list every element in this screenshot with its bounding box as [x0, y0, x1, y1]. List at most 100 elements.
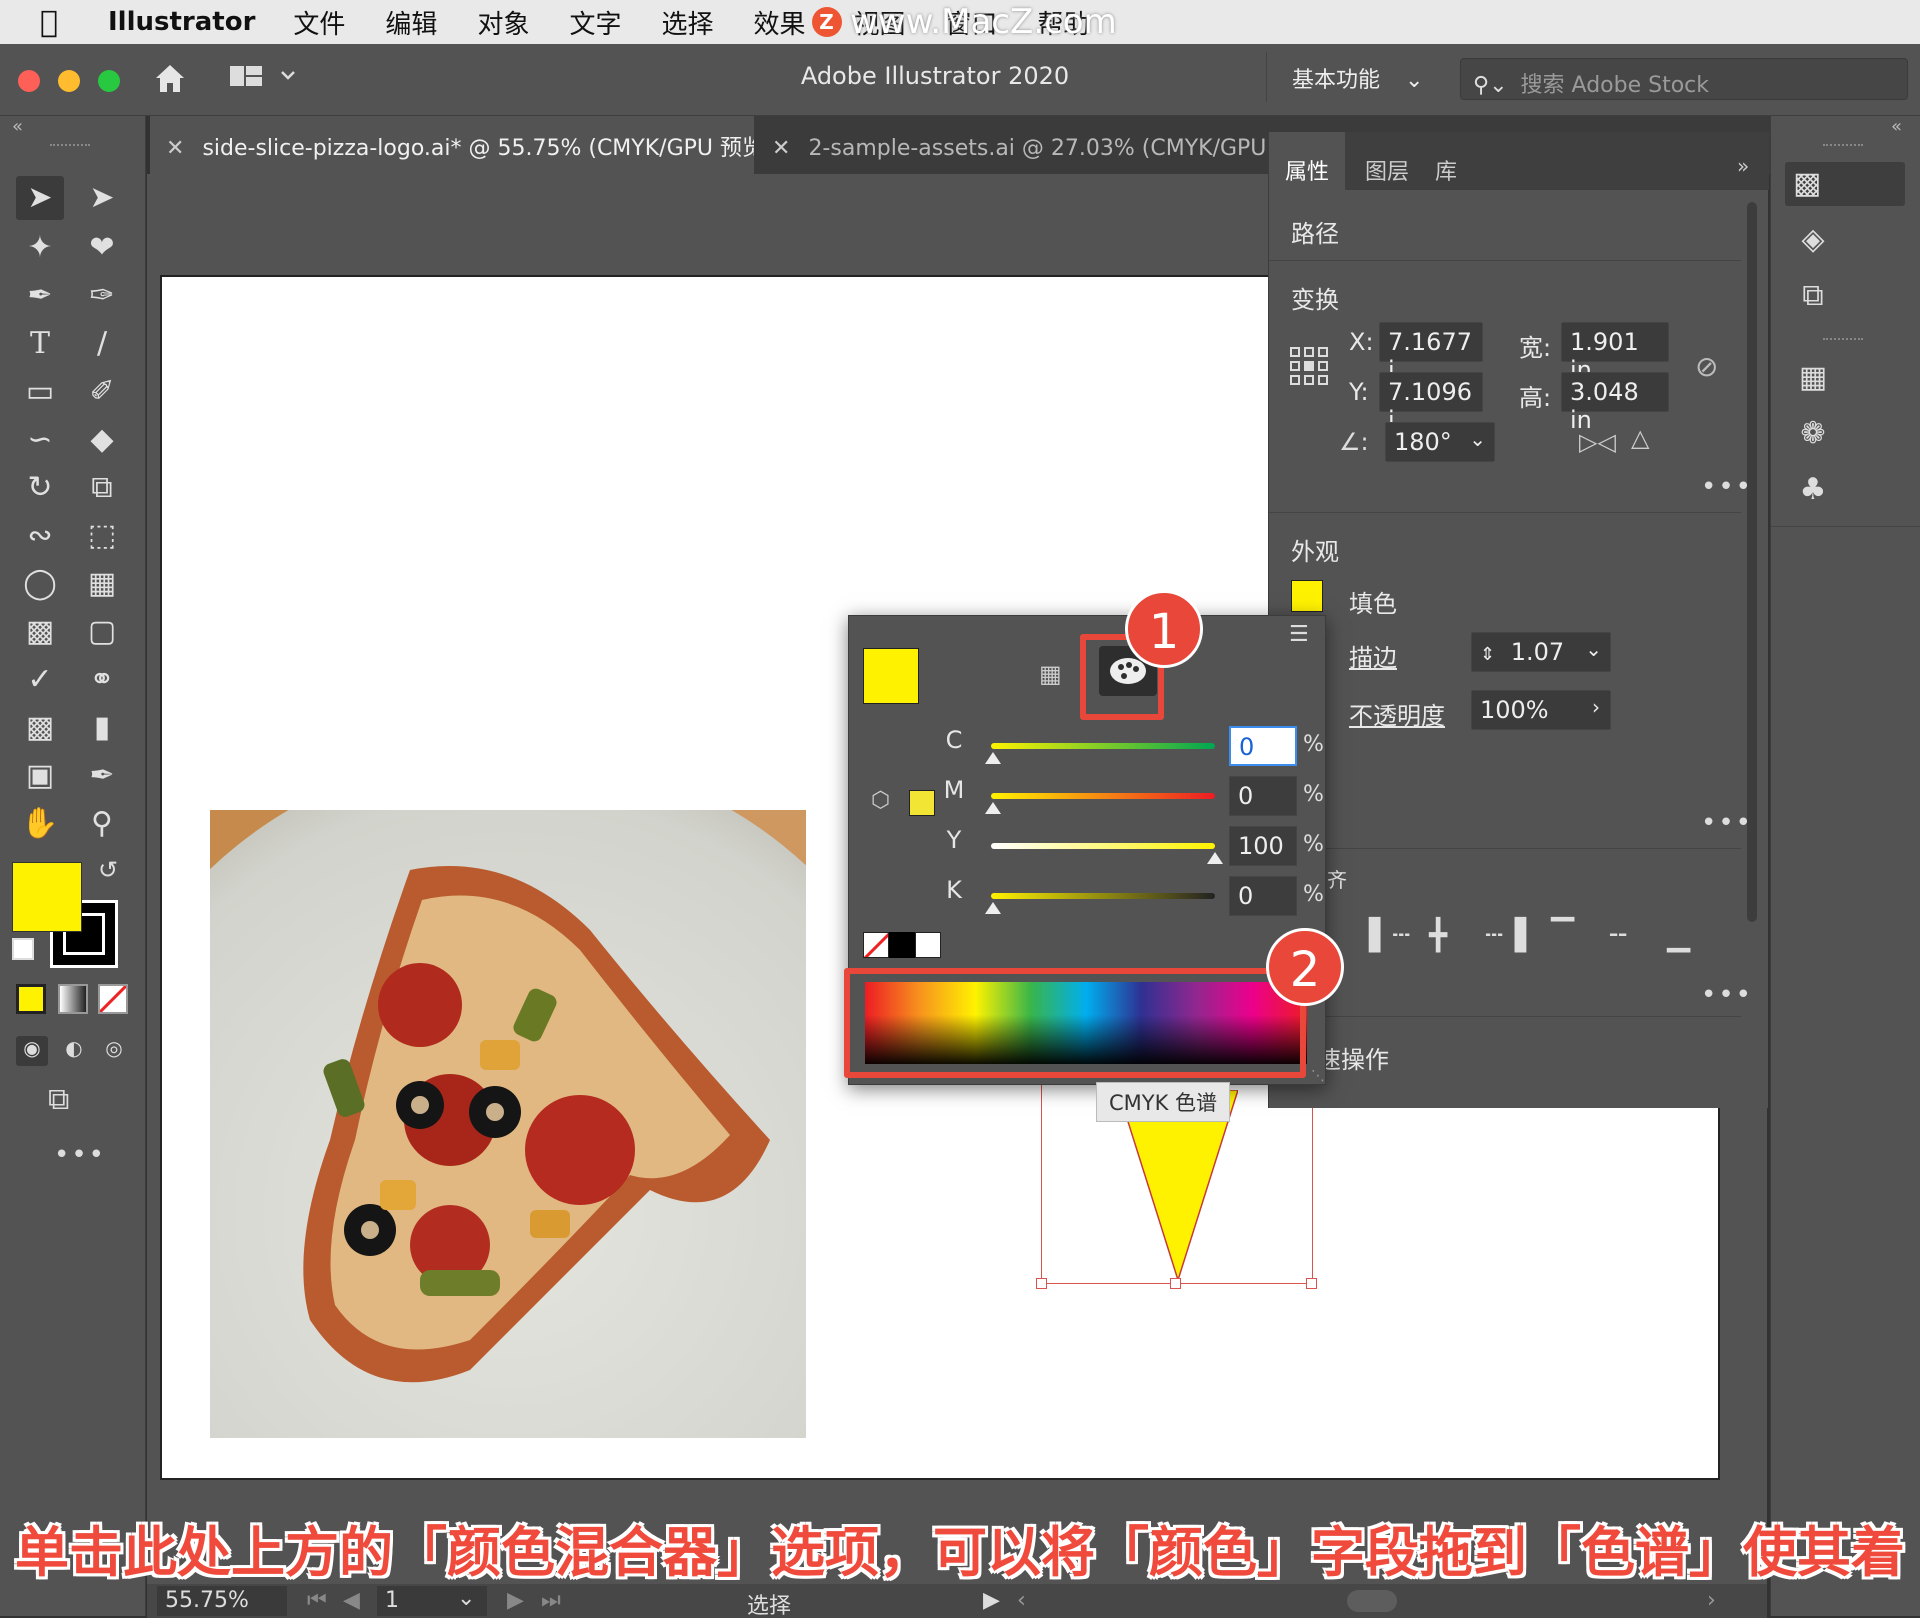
symbol-sprayer-tool-icon[interactable]: ▩ — [16, 706, 64, 750]
menu-type[interactable]: 文字 — [569, 4, 621, 41]
hand-tool-icon[interactable]: ✋ — [16, 802, 64, 846]
menu-object[interactable]: 对象 — [477, 4, 529, 41]
close-tab-icon[interactable]: ✕ — [772, 136, 790, 161]
menu-app-name[interactable]: Illustrator — [108, 7, 255, 37]
align-right-icon[interactable]: ┄▐ — [1485, 918, 1526, 953]
menu-effect[interactable]: 效果 — [753, 4, 805, 41]
blend-tool-icon[interactable]: ⚭ — [78, 658, 126, 702]
zoom-tool-icon[interactable]: ⚲ — [78, 802, 126, 846]
brushes-panel-icon[interactable]: ❁ — [1791, 412, 1835, 456]
gradient-mode-button[interactable] — [58, 984, 88, 1014]
x-field[interactable]: 7.1677 i — [1379, 322, 1483, 384]
rectangle-tool-icon[interactable]: ▭ — [16, 370, 64, 414]
none-swatch[interactable] — [863, 932, 889, 958]
width-field[interactable]: 1.901 in — [1561, 322, 1669, 384]
white-swatch[interactable] — [915, 932, 941, 958]
layers-panel-icon[interactable]: ◈ — [1791, 218, 1835, 262]
next-artboard-icon[interactable]: ▶ — [507, 1588, 524, 1613]
constrain-proportions-icon[interactable]: ⊘ — [1695, 350, 1718, 383]
free-transform-tool-icon[interactable]: ⬚ — [78, 514, 126, 558]
align-middle-icon[interactable]: ╌ — [1609, 918, 1627, 953]
magenta-slider[interactable] — [991, 793, 1215, 799]
fill-swatch[interactable] — [12, 862, 82, 932]
draw-behind-icon[interactable]: ◐ — [58, 1036, 90, 1066]
type-tool-icon[interactable]: T — [16, 322, 64, 366]
libraries-panel-icon[interactable]: ⧉ — [1791, 274, 1835, 318]
color-mode-button[interactable] — [16, 984, 46, 1014]
pen-tool-icon[interactable]: ✒ — [16, 274, 64, 318]
current-color-swatch[interactable] — [863, 648, 919, 704]
appearance-more-icon[interactable]: ••• — [1701, 808, 1753, 838]
swatches-panel-icon[interactable]: ▦ — [1791, 356, 1835, 400]
selection-handle[interactable] — [1306, 1278, 1317, 1289]
align-left-icon[interactable]: ▌┄ — [1369, 918, 1410, 953]
rotation-field[interactable]: 180° ⌄ — [1385, 422, 1495, 462]
stroke-label[interactable]: 描边 — [1349, 638, 1397, 673]
home-icon[interactable] — [150, 58, 190, 98]
paintbrush-tool-icon[interactable]: ✐ — [78, 370, 126, 414]
tab-side-slice-pizza-logo[interactable]: ✕ side-slice-pizza-logo.ai* @ 55.75% (CMY… — [150, 116, 754, 174]
opacity-field[interactable]: 100% › — [1471, 690, 1611, 730]
menu-edit[interactable]: 编辑 — [385, 4, 437, 41]
swap-fill-stroke-icon[interactable]: ↺ — [98, 856, 118, 884]
menu-select[interactable]: 选择 — [661, 4, 713, 41]
panel-menu-icon[interactable]: ☰ — [1289, 622, 1309, 647]
tab-properties[interactable]: 属性 — [1269, 132, 1346, 190]
artboard-tool-icon[interactable]: ▣ — [16, 754, 64, 798]
magenta-slider-thumb[interactable] — [985, 802, 1001, 814]
yellow-slider[interactable] — [991, 843, 1215, 849]
chevron-down-icon[interactable]: ⌄ — [1585, 637, 1602, 661]
workspace-switcher[interactable]: 基本功能 ⌄ — [1292, 62, 1423, 94]
selection-handle[interactable] — [1170, 1278, 1181, 1289]
line-tool-icon[interactable]: ∕ — [78, 322, 126, 366]
horizontal-scrollbar-thumb[interactable] — [1347, 1590, 1397, 1612]
scale-tool-icon[interactable]: ⧉ — [78, 466, 126, 510]
perspective-grid-tool-icon[interactable]: ▦ — [78, 562, 126, 606]
properties-panel-icon[interactable]: ▩ — [1785, 162, 1905, 206]
collapse-dock-button[interactable]: « — [1891, 116, 1902, 137]
menu-file[interactable]: 文件 — [293, 4, 345, 41]
black-swatch[interactable] — [889, 932, 915, 958]
panel-expand-icon[interactable]: » — [1737, 154, 1749, 178]
selection-handle[interactable] — [1036, 1278, 1047, 1289]
curvature-tool-icon[interactable]: ✑ — [78, 274, 126, 318]
selection-tool-icon[interactable]: ➤ — [16, 176, 64, 220]
gradient-tool-icon[interactable]: ▢ — [78, 610, 126, 654]
flip-horizontal-icon[interactable]: ▷◁ — [1579, 428, 1616, 456]
close-window-button[interactable] — [18, 70, 40, 92]
align-center-icon[interactable]: ╋ — [1429, 918, 1447, 953]
cmyk-mode-icon[interactable]: ⬡ — [871, 788, 890, 813]
reference-point-icon[interactable] — [1289, 346, 1329, 386]
magic-wand-tool-icon[interactable]: ✦ — [16, 226, 64, 270]
scroll-right-icon[interactable]: › — [1707, 1588, 1716, 1613]
opacity-label[interactable]: 不透明度 — [1349, 696, 1445, 731]
column-graph-tool-icon[interactable]: ▮ — [78, 706, 126, 750]
zoom-field[interactable]: 55.75% ⌄ — [157, 1586, 287, 1618]
resize-grip-icon[interactable]: ⋱ — [1311, 1068, 1325, 1084]
fill-color-swatch[interactable] — [1291, 580, 1323, 612]
last-artboard-icon[interactable]: ⏭ — [541, 1588, 561, 1613]
align-more-icon[interactable]: ••• — [1701, 980, 1753, 1010]
apple-icon[interactable]:  — [40, 5, 70, 40]
rotate-tool-icon[interactable]: ↻ — [16, 466, 64, 510]
zoom-window-button[interactable] — [98, 70, 120, 92]
edit-toolbar-icon[interactable]: ••• — [54, 1140, 106, 1170]
stroke-weight-field[interactable]: ⇕ 1.07 ⌄ — [1471, 632, 1611, 672]
slice-tool-icon[interactable]: ✒ — [78, 754, 126, 798]
close-tab-icon[interactable]: ✕ — [166, 136, 184, 161]
previous-artboard-icon[interactable]: ◀ — [343, 1588, 360, 1613]
transform-more-icon[interactable]: ••• — [1701, 472, 1753, 502]
eraser-tool-icon[interactable]: ◆ — [78, 418, 126, 462]
out-of-gamut-swatch[interactable] — [909, 790, 935, 816]
chevron-right-icon[interactable]: › — [1592, 695, 1600, 719]
flip-vertical-icon[interactable]: △ — [1631, 424, 1649, 452]
scroll-left-icon[interactable]: ‹ — [1017, 1588, 1026, 1613]
none-mode-button[interactable] — [98, 984, 128, 1014]
change-screen-mode-icon[interactable]: ⧉ — [48, 1082, 69, 1117]
yellow-field[interactable]: 100 — [1229, 826, 1297, 866]
cyan-field[interactable]: 0 — [1229, 726, 1297, 766]
black-field[interactable]: 0 — [1229, 876, 1297, 916]
eyedropper-tool-icon[interactable]: ✓ — [16, 658, 64, 702]
symbols-panel-icon[interactable]: ♣ — [1791, 468, 1835, 512]
yellow-slider-thumb[interactable] — [1207, 852, 1223, 864]
